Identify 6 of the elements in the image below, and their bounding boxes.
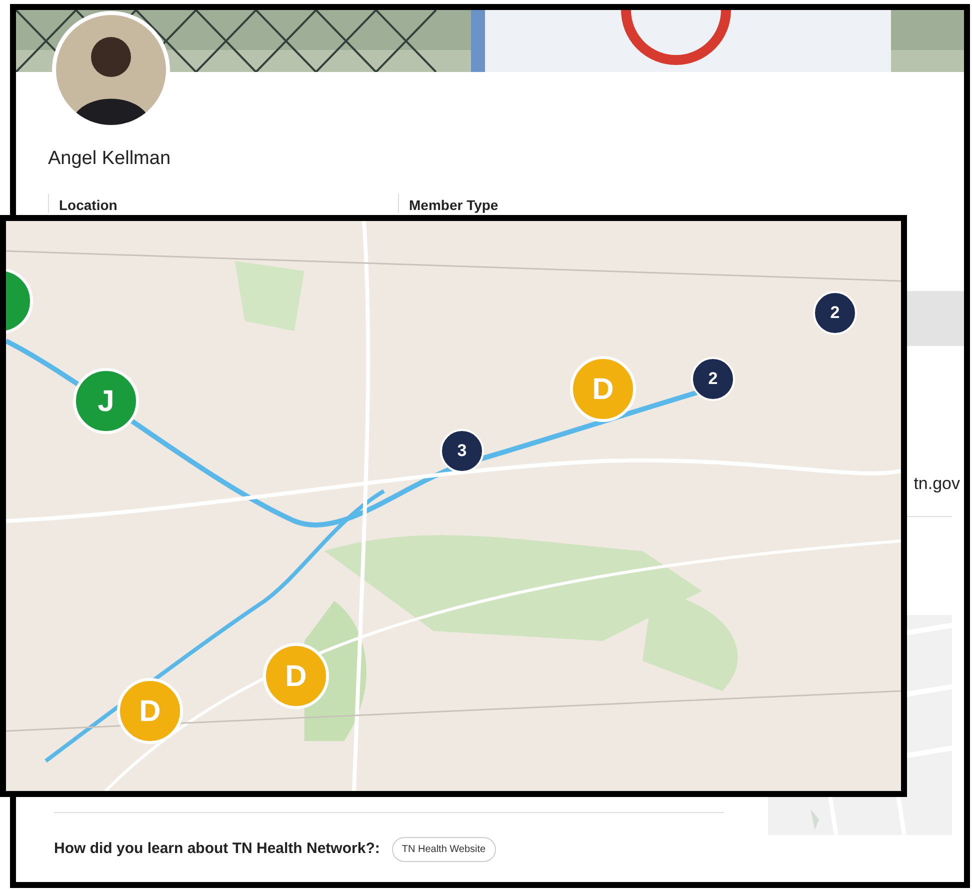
field-label: Member Type [409, 197, 498, 213]
question-label: How did you learn about TN Health Network?: [54, 839, 380, 860]
profile-name: Angel Kellman [48, 148, 172, 170]
email-text: tn.gov [914, 473, 960, 495]
field-label: Location [59, 197, 118, 213]
answer-chip: TN Health Website [392, 837, 496, 862]
